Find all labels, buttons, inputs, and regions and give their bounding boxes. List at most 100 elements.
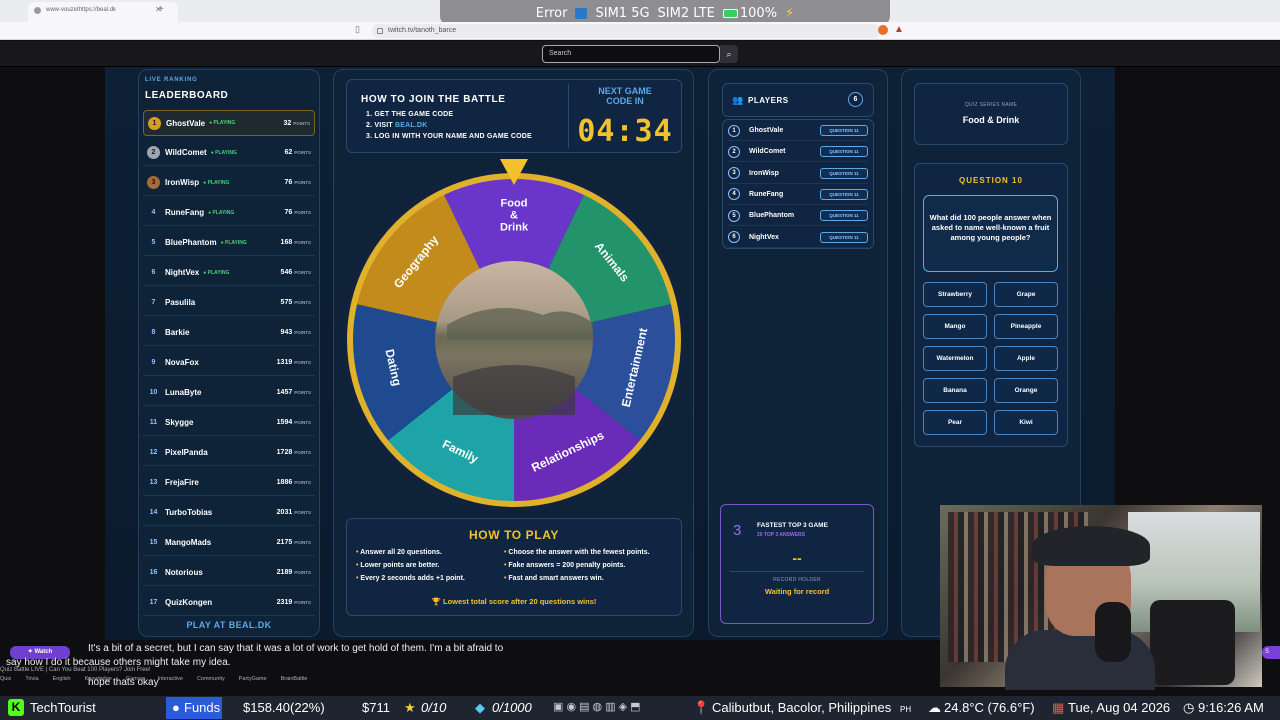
rank-badge: 1 [148, 116, 161, 130]
join-divider [568, 84, 569, 148]
side-tab[interactable]: S [1262, 646, 1280, 659]
player-name: MangoMads [165, 538, 212, 547]
answer-option[interactable]: Apple [994, 346, 1058, 371]
tray-icons[interactable]: ▣ ◉ ▤ ◍ ▥ ◈ ⬒ [553, 700, 641, 713]
answer-option[interactable]: Banana [923, 378, 987, 403]
question-progress-badge: QUESTION 11 [820, 188, 868, 200]
chat-message-line: hope thats okay [88, 677, 159, 688]
player-points: 1319 POINTS [277, 359, 311, 366]
leaderboard-row: 14 TurboTobias 2031 POINTS [143, 500, 315, 526]
points-unit: POINTS [293, 120, 310, 126]
leaderboard-row: 7 Pasulila 575 POINTS [143, 290, 315, 316]
tag-chip[interactable]: Trivia [25, 676, 38, 682]
tag-chip[interactable]: Quiz [0, 676, 11, 682]
answer-option[interactable]: Strawberry [923, 282, 987, 307]
rank-badge: 12 [149, 449, 158, 456]
rank-badge: 7 [151, 299, 156, 306]
answer-option[interactable]: Pear [923, 410, 987, 435]
star-icon: ★ [404, 700, 416, 715]
points-unit: POINTS [294, 180, 311, 185]
player-name: NovaFox [165, 358, 199, 367]
record-holder-label: RECORD HOLDER [773, 577, 821, 583]
player-name: RuneFang [749, 190, 784, 198]
points-value: 2189 [276, 569, 293, 576]
leaderboard-row: 2 WildComet PLAYING 62POINTS [143, 140, 315, 166]
answer-option[interactable]: Orange [994, 378, 1058, 403]
answer-option[interactable]: Pineapple [994, 314, 1058, 339]
clock-icon: ◷ [1183, 700, 1195, 715]
player-name: LunaByte [165, 388, 202, 397]
leaderboard-row: 10 LunaByte 1457 POINTS [143, 380, 315, 406]
battery-icon [722, 8, 738, 18]
balance-value: $158.40(22%) [243, 700, 325, 715]
player-number: 4 [728, 188, 740, 201]
search-input[interactable]: Search [542, 45, 720, 63]
answer-option[interactable]: Mango [923, 314, 987, 339]
points-value: 2031 [276, 509, 293, 516]
rank-badge: 6 [151, 269, 156, 276]
rank-badge: 3 [147, 176, 160, 189]
leaderboard-row: 13 FrejaFire 1886 POINTS [143, 470, 315, 496]
answer-option[interactable]: Kiwi [994, 410, 1058, 435]
tag-chip[interactable]: PartyGame [239, 676, 267, 682]
player-points: 62 POINTS [284, 149, 311, 156]
playing-status: PLAYING [209, 120, 236, 126]
app-name: TechTourist [30, 700, 96, 715]
tag-chip[interactable]: Interactive [158, 676, 183, 682]
warning-icon[interactable]: ▲ [894, 24, 904, 35]
tag-chip[interactable]: English [53, 676, 71, 682]
new-tab-icon[interactable]: + [158, 4, 164, 15]
search-icon[interactable]: ⌕ [720, 45, 738, 63]
leaderboard-kicker: LIVE RANKING [145, 77, 198, 83]
url-field[interactable]: twitch.tv/tanoth_barce [372, 24, 880, 38]
leaderboard-row: 16 Notorious 2189 POINTS [143, 560, 315, 586]
leaderboard-row: 6 NightVexPLAYING 546POINTS [143, 260, 315, 286]
player-points: 2175 POINTS [277, 539, 311, 546]
extension-icon[interactable] [878, 25, 888, 35]
leaderboard-row: 4 RuneFangPLAYING 76POINTS [143, 200, 315, 226]
question-text: What did 100 people answer when asked to… [923, 195, 1058, 272]
player-points: 2189 POINTS [277, 569, 311, 576]
player-row: 2 WildComet QUESTION 11 [728, 142, 868, 163]
rank-badge: 15 [149, 539, 158, 546]
leaderboard-row: 11 Skygge 1594 POINTS [143, 410, 315, 436]
code-timer: 04:34 [577, 114, 673, 149]
fastest-value: -- [792, 550, 802, 566]
points-unit: POINTS [294, 150, 311, 155]
answer-option[interactable]: Grape [994, 282, 1058, 307]
users-icon: 👥 [732, 95, 744, 105]
playing-status: PLAYING [211, 150, 237, 156]
tag-chip[interactable]: Community [197, 676, 225, 682]
leaderboard-row: 17 QuizKongen 2319 POINTS [143, 590, 315, 616]
country-code: PH [900, 705, 912, 714]
join-title: HOW TO JOIN THE BATTLE [361, 94, 506, 105]
time-label: 9:16:26 AM [1198, 700, 1264, 715]
player-name: IronWisp [749, 169, 779, 177]
player-points: 76 POINTS [284, 179, 311, 186]
join-step: 3. LOG IN WITH YOUR NAME AND GAME CODE [366, 133, 532, 140]
rank-badge: 5 [151, 239, 156, 246]
fastest-badge: 3 [733, 522, 742, 539]
question-progress-badge: QUESTION 11 [820, 210, 868, 222]
stars-value: 0/10 [421, 700, 447, 715]
charging-icon: ⚡ [785, 5, 795, 21]
amount-value: $711 [362, 700, 390, 715]
tag-chip[interactable]: BrainBattle [281, 676, 308, 682]
playing-status: PLAYING [203, 180, 230, 186]
kick-icon: K [8, 699, 24, 716]
location-label: Calibutbut, Bacolor, Philippines [712, 700, 892, 715]
player-row: 4 RuneFang QUESTION 11 [728, 185, 868, 205]
rank-badge: 4 [151, 209, 156, 216]
bookmark-icon[interactable]: ▯ [355, 24, 360, 35]
left-gutter [0, 67, 105, 640]
gem-icon: ◆ [475, 700, 485, 715]
points-unit: POINTS [294, 360, 311, 365]
player-name: NightVex [165, 268, 200, 277]
rank-badge: 13 [149, 479, 158, 486]
pin-icon: 📍 [693, 700, 710, 715]
points-unit: POINTS [294, 210, 311, 215]
answer-option[interactable]: Watermelon [923, 346, 987, 371]
player-points: 575 POINTS [281, 299, 311, 306]
join-step: 1. GET THE GAME CODE [366, 111, 454, 118]
player-points: 76 POINTS [284, 209, 311, 216]
